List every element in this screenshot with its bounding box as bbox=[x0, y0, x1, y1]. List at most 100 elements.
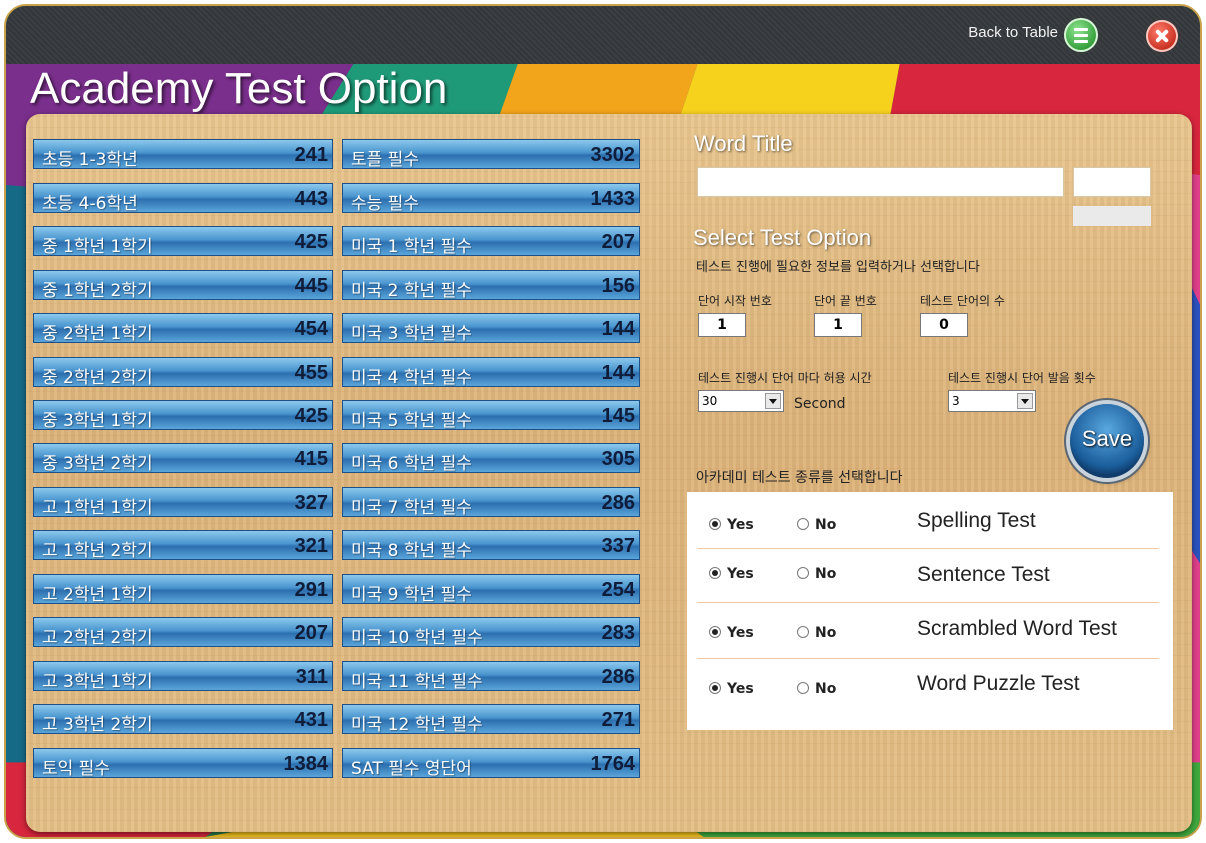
word-title-side-bar bbox=[1073, 206, 1151, 226]
word-list-button[interactable]: 미국 9 학년 필수 254 bbox=[342, 574, 640, 605]
word-title-input[interactable] bbox=[697, 167, 1064, 197]
word-list-count: 271 bbox=[601, 709, 635, 731]
word-list-button[interactable]: 초등 4-6학년 443 bbox=[33, 183, 333, 214]
word-list-count: 3302 bbox=[590, 144, 636, 166]
word-list-label: 고 3학년 2학기 bbox=[42, 715, 153, 735]
no-radio[interactable]: No bbox=[797, 681, 836, 697]
word-list-label: 미국 6 학년 필수 bbox=[351, 454, 472, 474]
word-list-button[interactable]: 중 1학년 2학기 445 bbox=[33, 270, 333, 301]
test-type-heading: 아카데미 테스트 종류를 선택합니다 bbox=[696, 470, 903, 486]
back-to-table-link[interactable]: Back to Table bbox=[968, 24, 1058, 41]
repeat-count-label: 테스트 진행시 단어 발음 횟수 bbox=[948, 371, 1096, 385]
start-number-input[interactable]: 1 bbox=[698, 313, 746, 337]
word-list-label: 미국 2 학년 필수 bbox=[351, 281, 472, 301]
word-list-count: 443 bbox=[294, 188, 328, 210]
title-bar: Back to Table bbox=[6, 6, 1200, 64]
word-list-label: 고 3학년 1학기 bbox=[42, 672, 153, 692]
word-title-heading: Word Title bbox=[694, 131, 793, 156]
page-title: Academy Test Option bbox=[30, 64, 448, 113]
repeat-count-value: 3 bbox=[952, 394, 960, 408]
yes-radio[interactable]: Yes bbox=[709, 566, 754, 582]
radio-checked-icon bbox=[709, 626, 721, 638]
time-limit-label: 테스트 진행시 단어 마다 허용 시간 bbox=[698, 371, 872, 385]
word-list-count: 207 bbox=[294, 622, 328, 644]
word-list-label: 고 1학년 2학기 bbox=[42, 541, 153, 561]
word-list-button[interactable]: 미국 4 학년 필수 144 bbox=[342, 357, 640, 388]
word-list-button[interactable]: 토플 필수 3302 bbox=[342, 139, 640, 170]
chevron-down-icon[interactable] bbox=[765, 393, 781, 409]
word-list-count: 311 bbox=[295, 666, 328, 688]
word-list-label: 초등 4-6학년 bbox=[42, 194, 138, 214]
word-list-button[interactable]: 중 2학년 2학기 455 bbox=[33, 357, 333, 388]
word-list-count: 337 bbox=[601, 535, 635, 557]
select-test-option-heading: Select Test Option bbox=[693, 225, 872, 250]
list-icon[interactable] bbox=[1064, 18, 1098, 52]
yes-label: Yes bbox=[727, 681, 754, 697]
word-list-count: 1764 bbox=[590, 753, 636, 775]
word-list-count: 305 bbox=[601, 448, 635, 470]
save-button[interactable]: Save bbox=[1070, 404, 1144, 478]
word-list-button[interactable]: 고 2학년 1학기 291 bbox=[33, 574, 333, 605]
radio-checked-icon bbox=[709, 518, 721, 530]
word-list-button[interactable]: 미국 3 학년 필수 144 bbox=[342, 313, 640, 344]
word-list-button[interactable]: 고 3학년 1학기 311 bbox=[33, 661, 333, 692]
test-type-row: Yes No Sentence Test bbox=[697, 546, 1159, 603]
chevron-down-icon[interactable] bbox=[1017, 393, 1033, 409]
word-list-count: 1433 bbox=[590, 188, 636, 210]
word-list-button[interactable]: 중 3학년 1학기 425 bbox=[33, 400, 333, 431]
word-list-button[interactable]: 중 1학년 1학기 425 bbox=[33, 226, 333, 257]
word-list-label: 중 3학년 1학기 bbox=[42, 411, 153, 431]
yes-label: Yes bbox=[727, 566, 754, 582]
time-limit-select[interactable]: 30 bbox=[698, 390, 784, 412]
word-list-button[interactable]: 미국 12 학년 필수 271 bbox=[342, 704, 640, 735]
word-list-button[interactable]: 중 3학년 2학기 415 bbox=[33, 443, 333, 474]
word-list-label: 미국 10 학년 필수 bbox=[351, 628, 483, 648]
word-list-count: 286 bbox=[601, 492, 635, 514]
word-list-button[interactable]: 고 2학년 2학기 207 bbox=[33, 617, 333, 648]
word-list-label: 토익 필수 bbox=[42, 759, 110, 779]
word-list-button[interactable]: 미국 2 학년 필수 156 bbox=[342, 270, 640, 301]
word-list-label: 미국 5 학년 필수 bbox=[351, 411, 472, 431]
word-list-count: 286 bbox=[601, 666, 635, 688]
no-radio[interactable]: No bbox=[797, 566, 836, 582]
word-count-input[interactable]: 0 bbox=[920, 313, 968, 337]
word-list-button[interactable]: SAT 필수 영단어 1764 bbox=[342, 748, 640, 779]
word-list-label: 미국 4 학년 필수 bbox=[351, 368, 472, 388]
word-list-button[interactable]: 고 3학년 2학기 431 bbox=[33, 704, 333, 735]
word-list-button[interactable]: 미국 8 학년 필수 337 bbox=[342, 530, 640, 561]
word-list-label: 미국 11 학년 필수 bbox=[351, 672, 483, 692]
test-option-description: 테스트 진행에 필요한 정보를 입력하거나 선택합니다 bbox=[696, 260, 980, 275]
word-list-label: 중 2학년 2학기 bbox=[42, 368, 153, 388]
repeat-count-select[interactable]: 3 bbox=[948, 390, 1036, 412]
word-list-button[interactable]: 미국 11 학년 필수 286 bbox=[342, 661, 640, 692]
test-type-name: Spelling Test bbox=[917, 509, 1036, 532]
word-list-button[interactable]: 미국 5 학년 필수 145 bbox=[342, 400, 640, 431]
close-icon[interactable] bbox=[1146, 20, 1178, 52]
word-list-count: 207 bbox=[601, 231, 635, 253]
test-type-row: Yes No Scrambled Word Test bbox=[697, 602, 1159, 659]
yes-radio[interactable]: Yes bbox=[709, 681, 754, 697]
word-list-button[interactable]: 초등 1-3학년 241 bbox=[33, 139, 333, 170]
yes-label: Yes bbox=[727, 517, 754, 533]
word-list-button[interactable]: 미국 7 학년 필수 286 bbox=[342, 487, 640, 518]
no-radio[interactable]: No bbox=[797, 625, 836, 641]
word-list-button[interactable]: 고 1학년 1학기 327 bbox=[33, 487, 333, 518]
word-list-button[interactable]: 토익 필수 1384 bbox=[33, 748, 333, 779]
end-number-input[interactable]: 1 bbox=[814, 313, 862, 337]
word-list-button[interactable]: 미국 1 학년 필수 207 bbox=[342, 226, 640, 257]
word-list-count: 327 bbox=[294, 492, 328, 514]
time-limit-value: 30 bbox=[702, 394, 718, 408]
word-list-count: 425 bbox=[294, 231, 328, 253]
yes-radio[interactable]: Yes bbox=[709, 517, 754, 533]
word-list-label: 고 2학년 2학기 bbox=[42, 628, 153, 648]
test-type-name: Word Puzzle Test bbox=[917, 672, 1080, 695]
yes-radio[interactable]: Yes bbox=[709, 625, 754, 641]
word-list-button[interactable]: 미국 10 학년 필수 283 bbox=[342, 617, 640, 648]
word-list-button[interactable]: 중 2학년 1학기 454 bbox=[33, 313, 333, 344]
word-list-count: 1384 bbox=[283, 753, 329, 775]
no-radio[interactable]: No bbox=[797, 517, 836, 533]
word-title-side-field[interactable] bbox=[1073, 167, 1151, 197]
word-list-button[interactable]: 고 1학년 2학기 321 bbox=[33, 530, 333, 561]
word-list-button[interactable]: 수능 필수 1433 bbox=[342, 183, 640, 214]
word-list-button[interactable]: 미국 6 학년 필수 305 bbox=[342, 443, 640, 474]
